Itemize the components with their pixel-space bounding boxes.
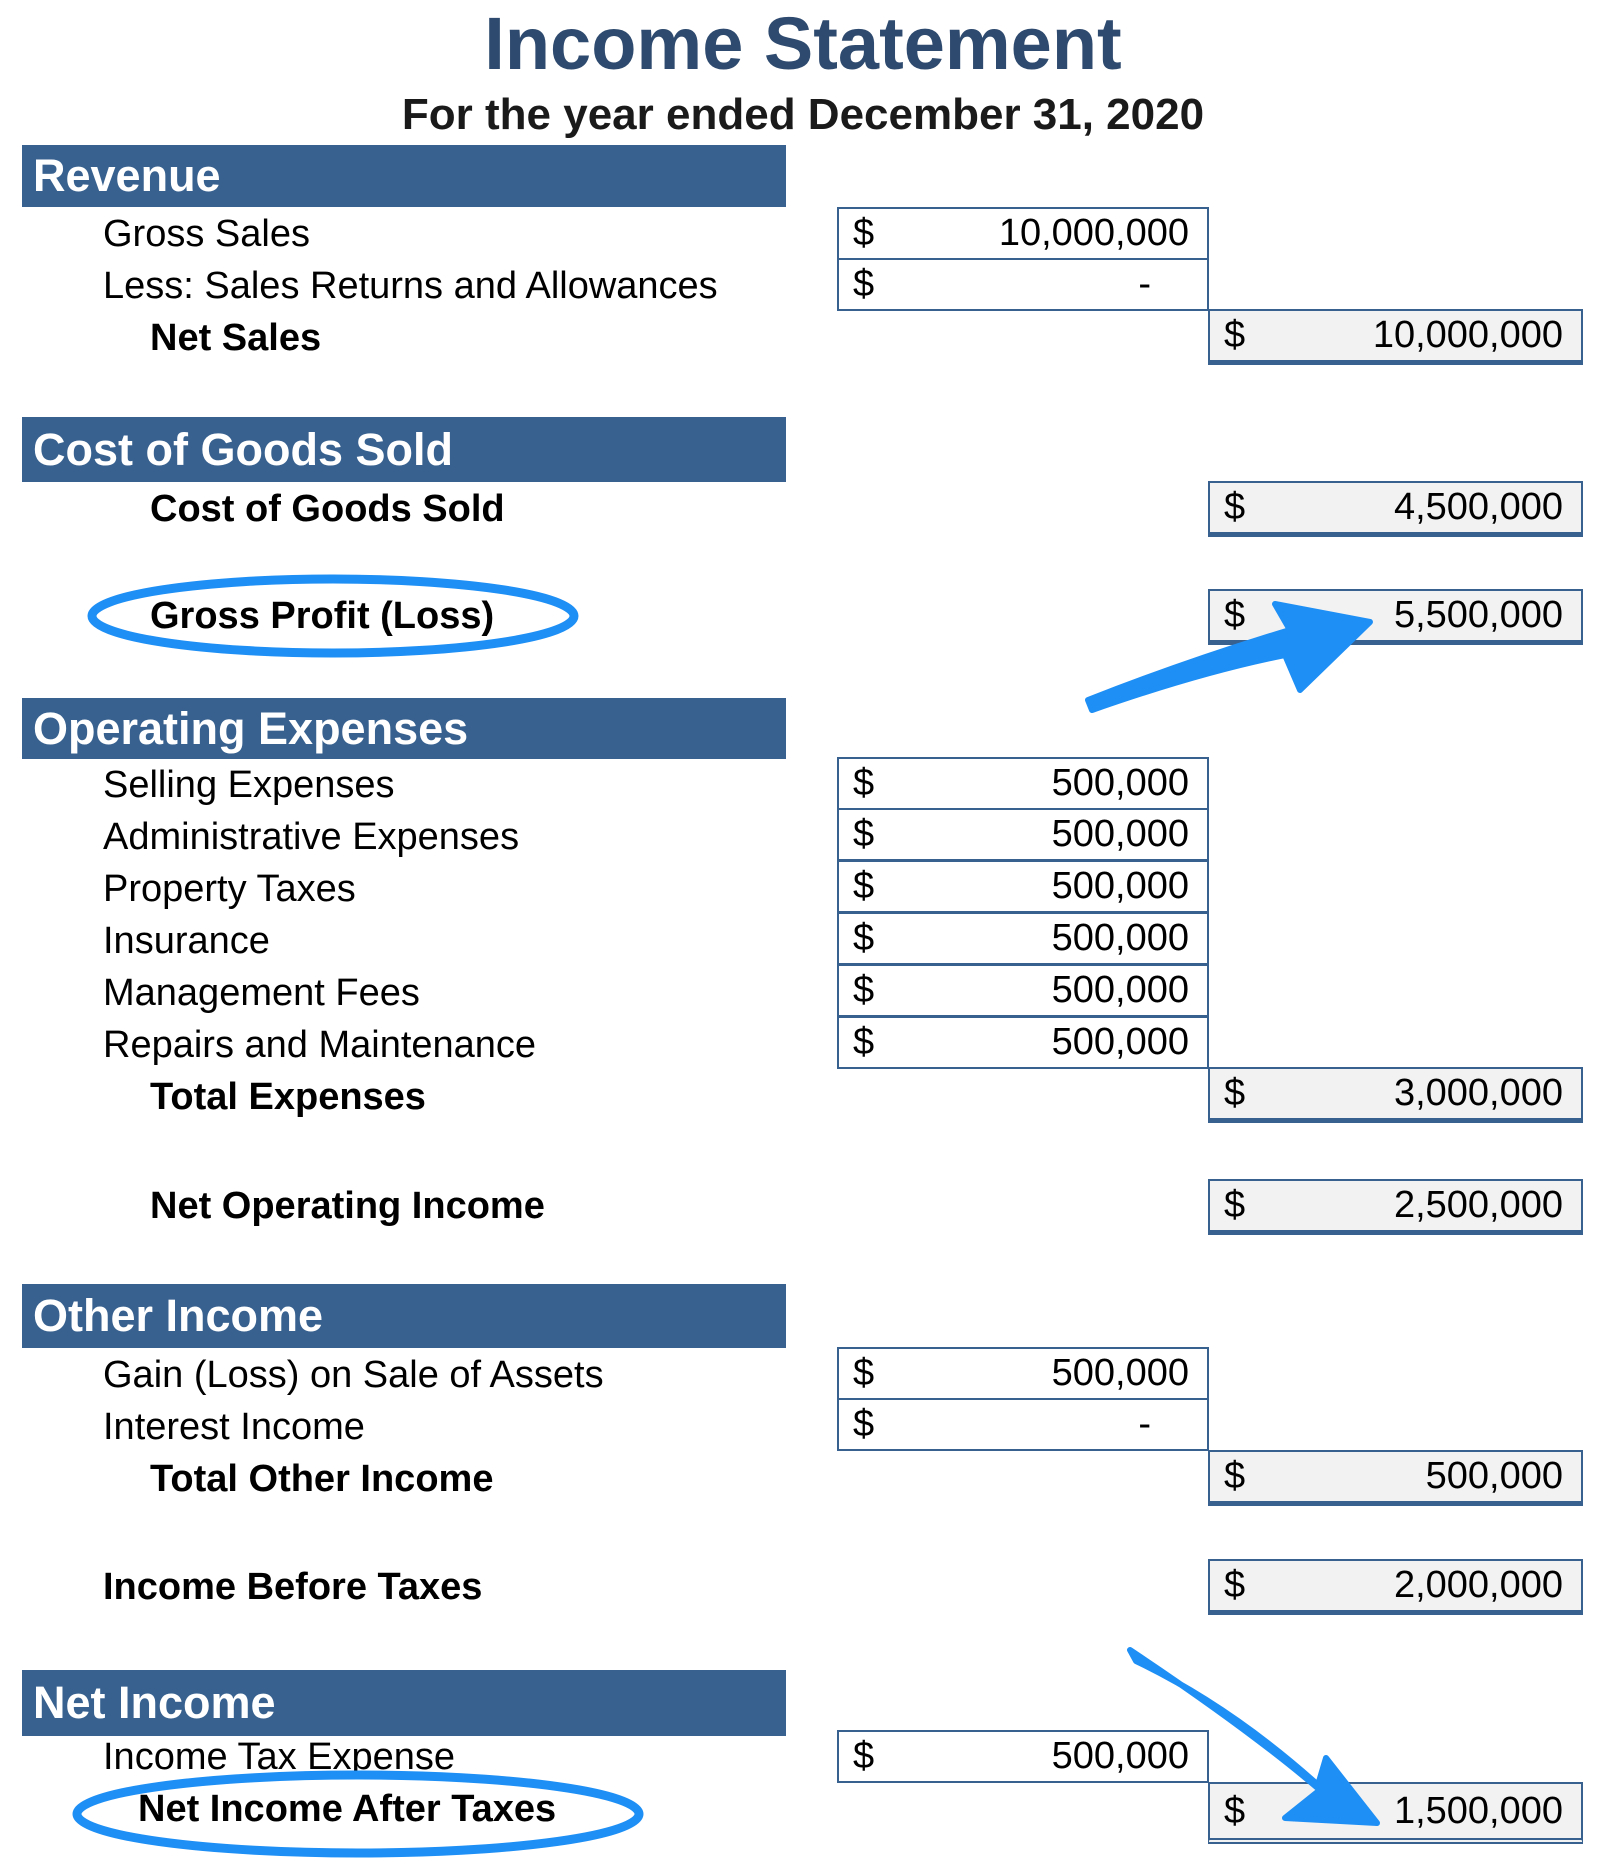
amount-value: 500,000	[1051, 762, 1189, 804]
line-item-amount-cell: $ 500,000	[837, 912, 1209, 965]
line-item-amount-cell: $ -	[837, 258, 1209, 311]
line-item-amount-cell: $ 500,000	[837, 757, 1209, 810]
net-income-after-taxes-label: Net Income After Taxes	[138, 1788, 557, 1830]
gross-profit-amount-cell: $ 5,500,000	[1208, 589, 1583, 645]
subtotal-amount-cell: $ 3,000,000	[1208, 1067, 1583, 1123]
subtotal-amount-cell: $ 10,000,000	[1208, 309, 1583, 365]
amount-value: 500,000	[1051, 865, 1189, 907]
amount-value: 500,000	[1051, 969, 1189, 1011]
line-item-amount-cell: $ 500,000	[837, 1730, 1209, 1783]
income-before-taxes-amount-cell: $ 2,000,000	[1208, 1559, 1583, 1615]
line-item-label: Interest Income	[103, 1406, 365, 1448]
currency-symbol: $	[1224, 314, 1246, 356]
currency-symbol: $	[853, 1735, 875, 1777]
subtotal-label: Total Expenses	[150, 1076, 426, 1118]
amount-value: 2,500,000	[1393, 1184, 1563, 1226]
net-operating-income-label: Net Operating Income	[150, 1185, 545, 1227]
currency-symbol: $	[1224, 1564, 1246, 1606]
section-title: Cost of Goods Sold	[33, 423, 453, 475]
subtotal-amount-cell: $ 500,000	[1208, 1450, 1583, 1506]
section-header-revenue: Revenue	[22, 145, 786, 207]
line-item-amount-cell: $ 500,000	[837, 808, 1209, 861]
amount-value: 500,000	[1051, 813, 1189, 855]
amount-value: 1,500,000	[1393, 1789, 1563, 1832]
currency-symbol: $	[853, 917, 875, 959]
line-item-label: Insurance	[103, 920, 270, 962]
currency-symbol: $	[853, 263, 875, 305]
subtotal-amount-cell: $ 4,500,000	[1208, 481, 1583, 537]
currency-symbol: $	[1224, 1789, 1246, 1832]
currency-symbol: $	[1224, 1184, 1246, 1226]
currency-symbol: $	[853, 865, 875, 907]
line-item-label: Repairs and Maintenance	[103, 1024, 537, 1066]
amount-value: 5,500,000	[1393, 594, 1563, 636]
line-item-label: Administrative Expenses	[103, 816, 520, 858]
currency-symbol: $	[853, 1352, 875, 1394]
income-before-taxes-label: Income Before Taxes	[103, 1566, 483, 1608]
line-item-label: Income Tax Expense	[103, 1736, 456, 1778]
section-header-net-income: Net Income	[22, 1670, 786, 1736]
amount-value: 2,000,000	[1393, 1564, 1563, 1606]
amount-value: 10,000,000	[1372, 314, 1563, 356]
gross-profit-label: Gross Profit (Loss)	[150, 595, 495, 637]
line-item-label: Property Taxes	[103, 868, 356, 910]
section-title: Revenue	[33, 150, 221, 201]
line-item-label: Gross Sales	[103, 213, 310, 255]
page-title: Income Statement	[484, 2, 1122, 85]
amount-value: 3,000,000	[1393, 1072, 1563, 1114]
section-title: Other Income	[33, 1290, 324, 1341]
line-item-amount-cell: $ -	[837, 1398, 1209, 1451]
amount-value: 500,000	[1051, 917, 1189, 959]
currency-symbol: $	[1224, 594, 1246, 636]
subtotal-label: Cost of Goods Sold	[150, 488, 505, 530]
section-header-operating-expenses: Operating Expenses	[22, 698, 786, 759]
amount-value: -	[1138, 263, 1151, 305]
net-income-after-taxes-amount-cell: $ 1,500,000	[1208, 1782, 1583, 1844]
line-item-amount-cell: $ 500,000	[837, 964, 1209, 1017]
section-header-other-income: Other Income	[22, 1284, 786, 1348]
amount-value: 500,000	[1051, 1352, 1189, 1394]
net-operating-income-amount-cell: $ 2,500,000	[1208, 1179, 1583, 1235]
line-item-label: Selling Expenses	[103, 764, 395, 806]
line-item-amount-cell: $ 500,000	[837, 1016, 1209, 1069]
line-item-amount-cell: $ 500,000	[837, 1347, 1209, 1400]
amount-value: -	[1138, 1403, 1151, 1445]
section-header-cogs: Cost of Goods Sold	[22, 417, 786, 482]
line-item-amount-cell: $ 500,000	[837, 860, 1209, 913]
section-title: Net Income	[33, 1677, 276, 1728]
subtotal-label: Net Sales	[150, 317, 322, 359]
line-item-label: Less: Sales Returns and Allowances	[103, 265, 718, 307]
currency-symbol: $	[853, 1403, 875, 1445]
amount-value: 500,000	[1051, 1021, 1189, 1063]
line-item-label: Management Fees	[103, 972, 420, 1014]
amount-value: 500,000	[1425, 1455, 1563, 1497]
amount-value: 10,000,000	[998, 212, 1189, 254]
currency-symbol: $	[1224, 1072, 1246, 1114]
currency-symbol: $	[853, 1021, 875, 1063]
section-title: Operating Expenses	[33, 702, 469, 754]
currency-symbol: $	[853, 212, 875, 254]
line-item-label: Gain (Loss) on Sale of Assets	[103, 1354, 604, 1396]
amount-value: 500,000	[1051, 1735, 1189, 1777]
amount-value: 4,500,000	[1393, 486, 1563, 528]
currency-symbol: $	[853, 969, 875, 1011]
line-item-amount-cell: $ 10,000,000	[837, 207, 1209, 260]
subtotal-label: Total Other Income	[150, 1458, 494, 1500]
page-subtitle: For the year ended December 31, 2020	[401, 90, 1205, 139]
currency-symbol: $	[1224, 1455, 1246, 1497]
currency-symbol: $	[1224, 486, 1246, 528]
currency-symbol: $	[853, 762, 875, 804]
currency-symbol: $	[853, 813, 875, 855]
